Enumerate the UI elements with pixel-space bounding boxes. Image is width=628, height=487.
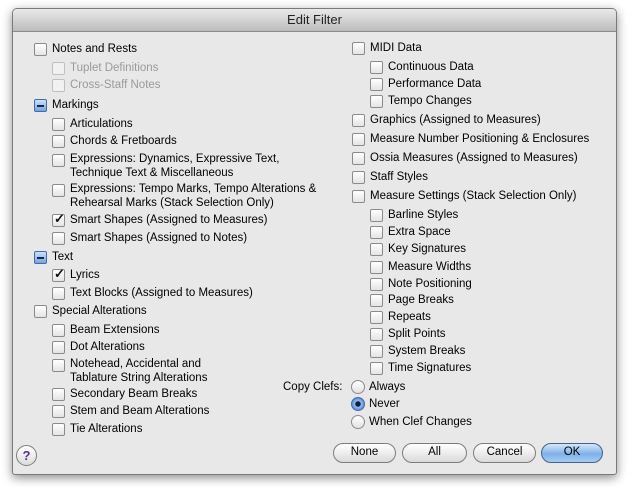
checkbox-icon	[352, 114, 365, 127]
notes-and-rests-label: Notes and Rests	[52, 43, 138, 55]
checkbox-icon	[52, 135, 65, 148]
checkbox-icon	[370, 294, 383, 307]
checkbox-icon	[34, 43, 47, 56]
note-positioning-label: Note Positioning	[388, 278, 472, 290]
checkbox-icon	[352, 42, 365, 55]
checkbox-icon: ✓	[52, 211, 65, 227]
measure-settings-label: Measure Settings (Stack Selection Only)	[370, 190, 577, 202]
checkbox-icon	[352, 190, 365, 203]
dot-alterations-label: Dot Alterations	[70, 341, 145, 353]
checkbox-icon	[52, 62, 65, 75]
checkbox-icon	[52, 341, 65, 354]
radio-selected-icon	[351, 397, 365, 411]
expressions-dynamics-label: Expressions: Dynamics, Expressive Text, …	[70, 153, 280, 179]
key-signatures-label: Key Signatures	[388, 243, 466, 255]
copy-clefs-when-changes-label: When Clef Changes	[369, 416, 472, 428]
checkbox-icon	[370, 226, 383, 239]
checkbox-icon	[52, 359, 65, 372]
checkbox-icon	[52, 287, 65, 300]
checkbox-icon	[370, 95, 383, 108]
checkbox-icon	[52, 154, 65, 167]
smart-shapes-notes-label: Smart Shapes (Assigned to Notes)	[70, 232, 248, 244]
repeats-label: Repeats	[388, 311, 431, 323]
articulations-label: Articulations	[70, 118, 133, 130]
all-button[interactable]: All	[402, 443, 467, 463]
checkbox-icon	[52, 232, 65, 245]
graphics-label: Graphics (Assigned to Measures)	[370, 114, 541, 126]
checkbox-icon	[52, 388, 65, 401]
help-button[interactable]: ?	[16, 445, 37, 466]
checkbox-icon	[370, 311, 383, 324]
checkbox-icon	[52, 184, 65, 197]
time-signatures-label: Time Signatures	[388, 362, 472, 374]
markings-label: Markings	[52, 99, 99, 111]
copy-clefs-never-label: Never	[369, 398, 400, 410]
checkbox-icon	[370, 61, 383, 74]
notehead-alterations-label: Notehead, Accidental and Tablature Strin…	[70, 358, 208, 384]
mixed-checkbox-icon	[34, 99, 47, 112]
checkmark-icon: ✓	[54, 266, 65, 281]
checkbox-icon	[370, 278, 383, 291]
checkbox-icon	[370, 261, 383, 274]
checkbox-icon	[370, 209, 383, 222]
cancel-button[interactable]: Cancel	[473, 443, 536, 463]
split-points-label: Split Points	[388, 328, 446, 340]
checkbox-icon	[52, 423, 65, 436]
checkbox-icon	[52, 324, 65, 337]
checkbox-icon	[52, 118, 65, 131]
checkbox-icon	[370, 78, 383, 91]
midi-data-label: MIDI Data	[370, 42, 422, 54]
radio-icon	[351, 380, 365, 394]
ossia-measures-label: Ossia Measures (Assigned to Measures)	[370, 152, 578, 164]
tempo-changes-label: Tempo Changes	[388, 95, 472, 107]
measure-number-positioning-label: Measure Number Positioning & Enclosures	[370, 133, 590, 145]
checkbox-icon	[352, 152, 365, 165]
radio-icon	[351, 415, 365, 429]
chords-fretboards-label: Chords & Fretboards	[70, 135, 177, 147]
cross-staff-notes-label: Cross-Staff Notes	[70, 79, 161, 91]
secondary-beam-breaks-label: Secondary Beam Breaks	[70, 388, 198, 400]
smart-shapes-measures-label: Smart Shapes (Assigned to Measures)	[70, 214, 268, 226]
checkbox-icon	[370, 243, 383, 256]
staff-styles-label: Staff Styles	[370, 171, 428, 183]
checkbox-icon	[52, 405, 65, 418]
checkbox-icon	[352, 133, 365, 146]
measure-widths-label: Measure Widths	[388, 261, 472, 273]
copy-clefs-always-label: Always	[369, 381, 406, 393]
page-breaks-label: Page Breaks	[388, 294, 454, 306]
mixed-checkbox-icon	[34, 251, 47, 264]
system-breaks-label: System Breaks	[388, 345, 466, 357]
extra-space-label: Extra Space	[388, 226, 451, 238]
checkbox-icon	[370, 362, 383, 375]
performance-data-label: Performance Data	[388, 78, 482, 90]
checkbox-icon	[34, 305, 47, 318]
continuous-data-label: Continuous Data	[388, 61, 474, 73]
edit-filter-dialog: Edit Filter Notes and Rests Tuplet Defin…	[12, 8, 617, 475]
barline-styles-label: Barline Styles	[388, 209, 459, 221]
text-blocks-label: Text Blocks (Assigned to Measures)	[70, 287, 253, 299]
checkmark-icon: ✓	[54, 211, 65, 226]
tuplet-definitions-label: Tuplet Definitions	[70, 62, 159, 74]
beam-extensions-label: Beam Extensions	[70, 324, 160, 336]
checkbox-icon	[52, 79, 65, 92]
none-button[interactable]: None	[333, 443, 396, 463]
checkbox-icon	[370, 345, 383, 358]
copy-clefs-label: Copy Clefs:	[283, 381, 343, 393]
special-alterations-label: Special Alterations	[52, 305, 147, 317]
text-label: Text	[52, 251, 74, 263]
tie-alterations-label: Tie Alterations	[70, 423, 143, 435]
ok-button[interactable]: OK	[541, 443, 603, 463]
dialog-title: Edit Filter	[13, 9, 616, 32]
lyrics-label: Lyrics	[70, 269, 100, 281]
checkbox-icon	[370, 328, 383, 341]
stem-beam-alterations-label: Stem and Beam Alterations	[70, 405, 210, 417]
expressions-tempo-label: Expressions: Tempo Marks, Tempo Alterati…	[70, 183, 317, 209]
checkbox-icon: ✓	[52, 266, 65, 282]
checkbox-icon	[352, 171, 365, 184]
